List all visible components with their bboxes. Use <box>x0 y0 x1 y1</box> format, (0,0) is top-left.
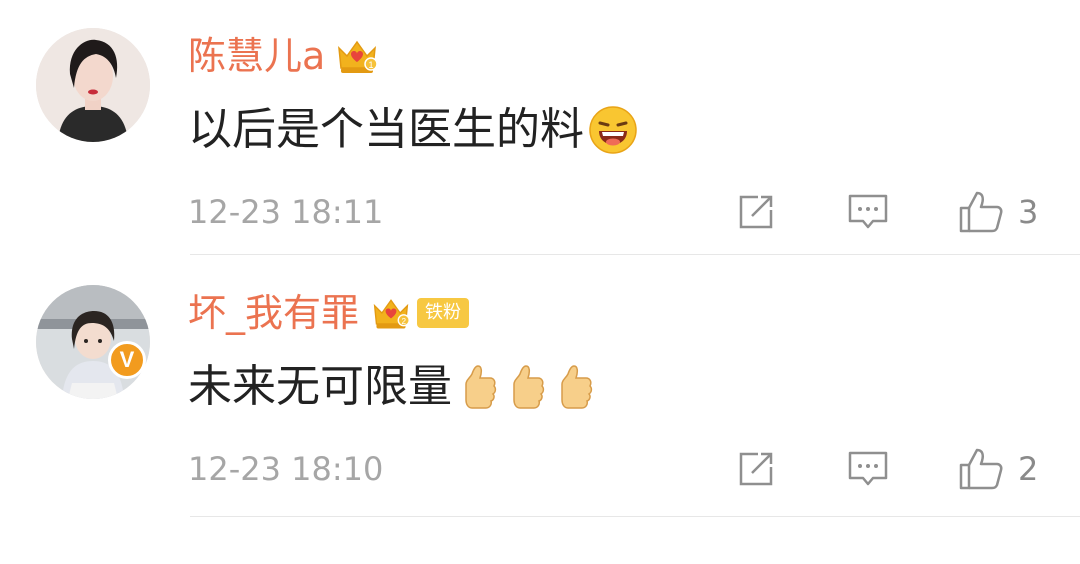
fan-badge[interactable]: 2 铁粉 <box>371 293 470 333</box>
thumbs-up-icon <box>456 362 500 412</box>
comment-text: 未来无可限量 <box>188 361 452 412</box>
svg-text:1: 1 <box>369 60 374 70</box>
comment-item: 陈慧儿a 1 以后是个当医生的料 12-23 18:11 3 <box>0 0 1080 258</box>
thumbs-up-icon <box>504 362 548 412</box>
divider <box>190 516 1080 517</box>
svg-text:2: 2 <box>401 317 406 326</box>
repost-button[interactable] <box>734 447 778 491</box>
reply-button[interactable] <box>846 447 890 491</box>
share-icon <box>739 452 773 486</box>
comment-text: 以后是个当医生的料 <box>188 104 584 155</box>
timestamp: 12-23 18:11 <box>188 193 384 231</box>
like-count: 2 <box>1018 450 1039 488</box>
comment-icon <box>848 451 888 486</box>
like-icon <box>959 448 1003 490</box>
username[interactable]: 陈慧儿a <box>188 30 325 82</box>
like-count: 3 <box>1018 193 1039 231</box>
repost-button[interactable] <box>734 190 778 234</box>
like-button[interactable]: 3 <box>958 190 1038 234</box>
avatar[interactable] <box>36 28 150 142</box>
laughing-face-icon <box>588 105 638 155</box>
username[interactable]: 坏_我有罪 <box>188 287 359 339</box>
fan-badge-label: 铁粉 <box>417 298 470 328</box>
like-button[interactable]: 2 <box>958 447 1038 491</box>
comment-icon <box>848 194 888 229</box>
reply-button[interactable] <box>846 190 890 234</box>
crown-badge-icon: 2 <box>371 293 411 333</box>
like-icon <box>959 191 1003 233</box>
comment-item: V 坏_我有罪 2 铁粉 未来无可限量 12-23 18:10 2 <box>0 257 1080 515</box>
share-icon <box>739 195 773 229</box>
timestamp: 12-23 18:10 <box>188 450 384 488</box>
verified-badge-icon: V <box>108 341 146 379</box>
thumbs-up-icon <box>552 362 596 412</box>
divider <box>190 254 1080 255</box>
crown-badge-icon[interactable]: 1 <box>335 34 379 78</box>
